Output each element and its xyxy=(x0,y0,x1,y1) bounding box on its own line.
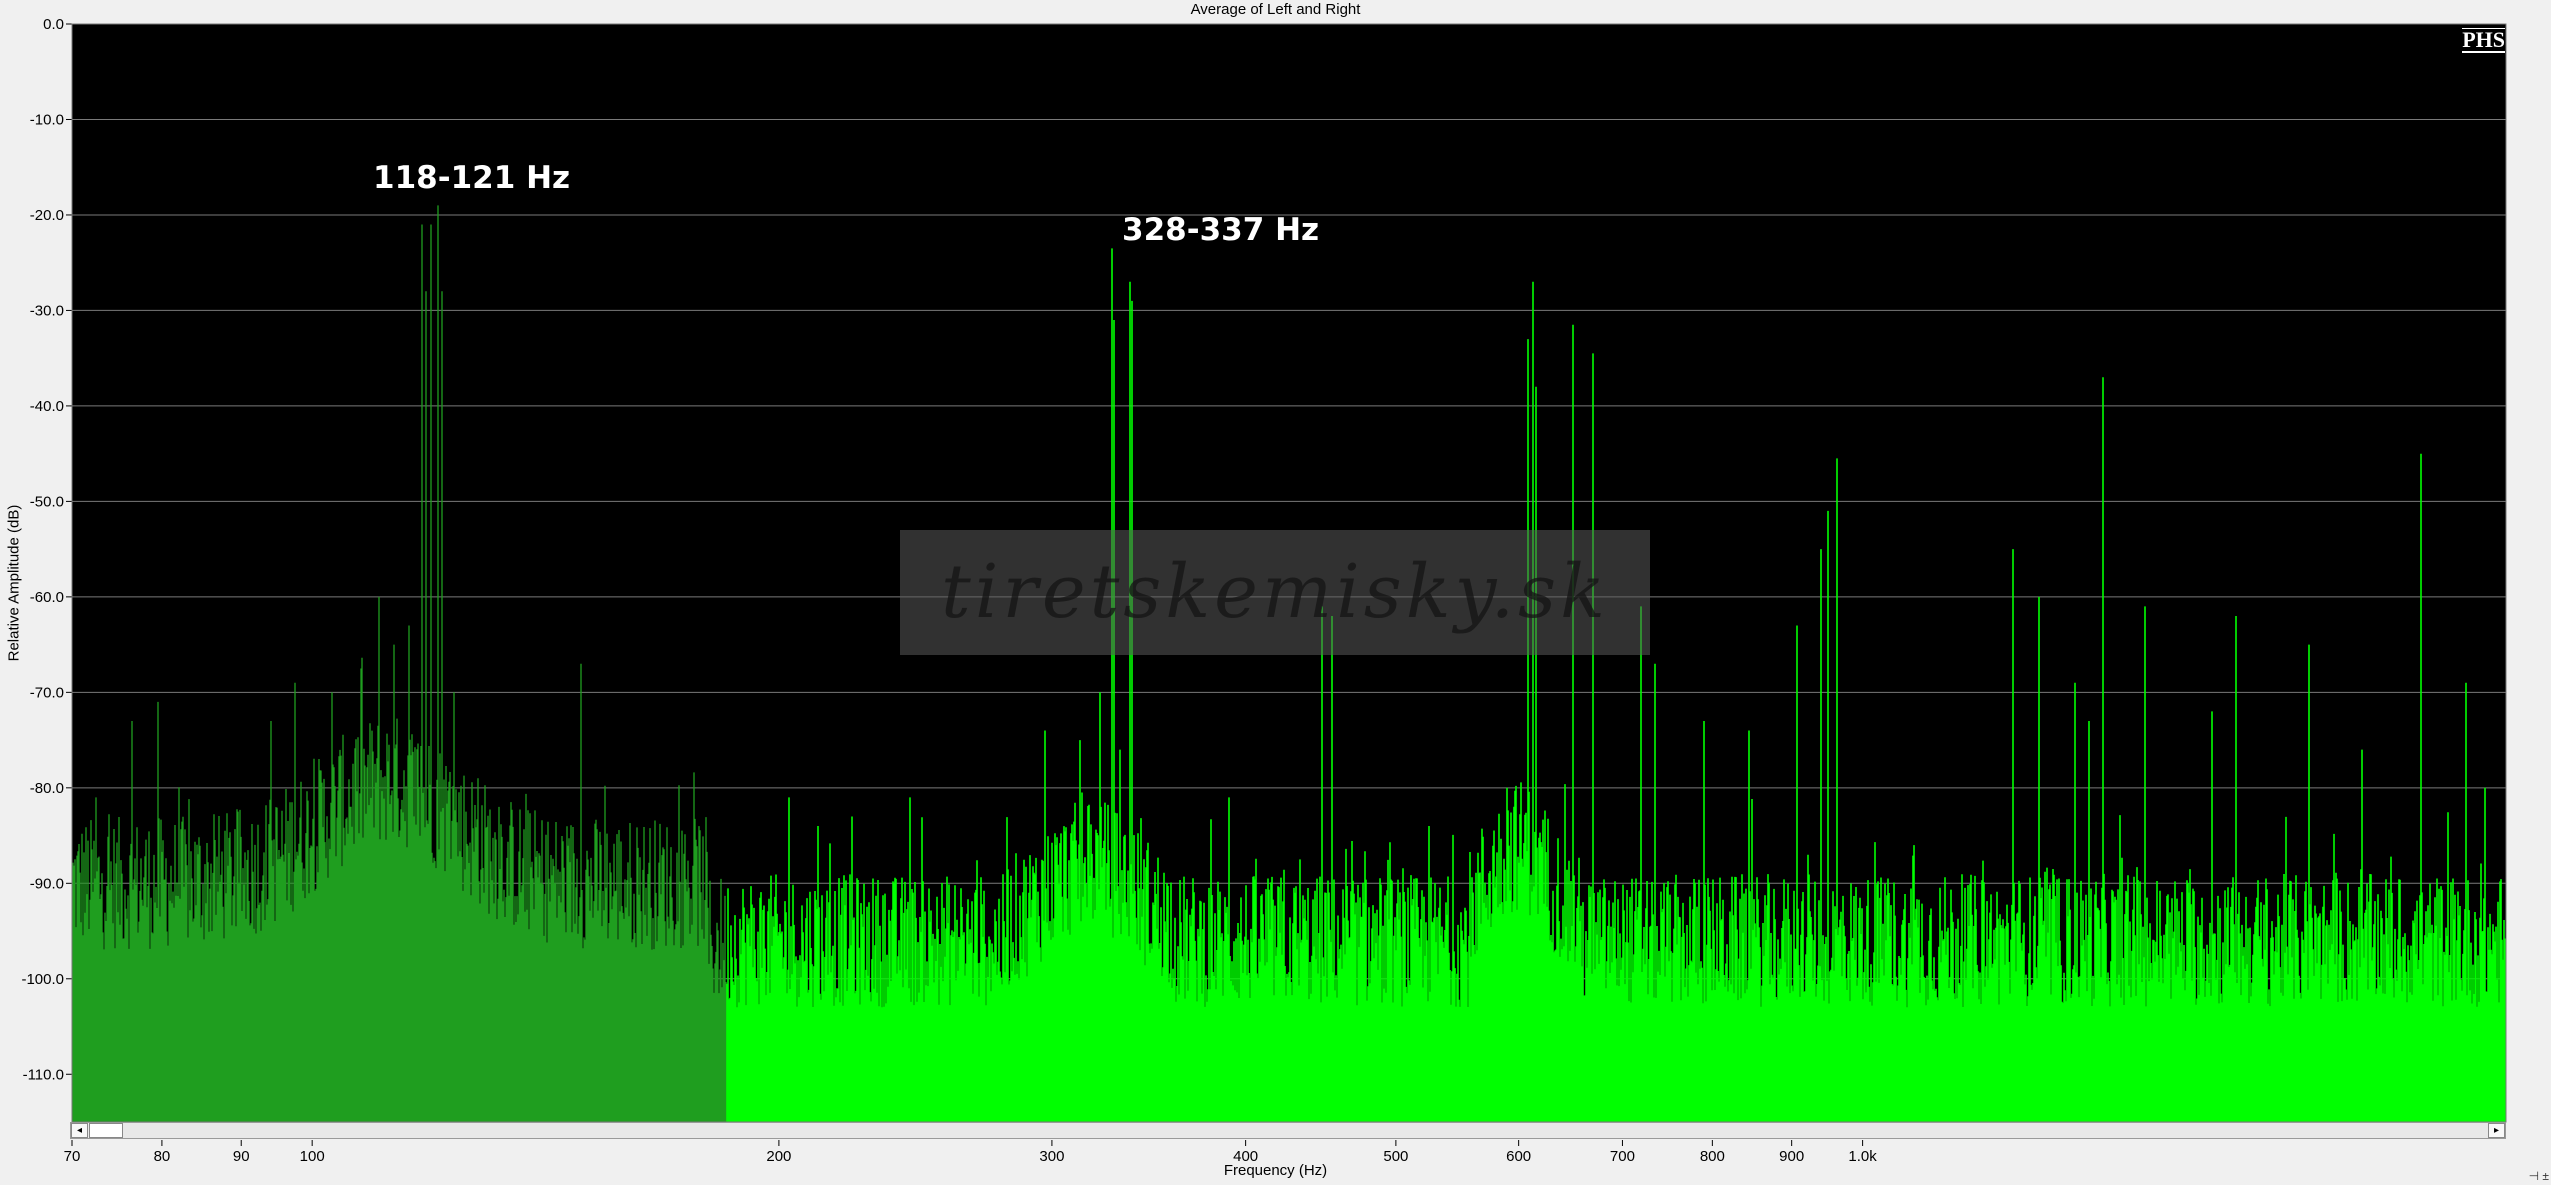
scroll-thumb[interactable] xyxy=(89,1123,123,1138)
scroll-right-button[interactable]: ▸ xyxy=(2488,1123,2505,1138)
x-tick-label: 700 xyxy=(1610,1148,1635,1165)
y-tick-label: -100.0 xyxy=(21,971,64,988)
y-tick-label: -40.0 xyxy=(30,398,64,415)
x-tick-label: 900 xyxy=(1779,1148,1804,1165)
y-tick-label: -10.0 xyxy=(30,111,64,128)
x-tick-label: 800 xyxy=(1700,1148,1725,1165)
x-tick-label: 80 xyxy=(154,1148,171,1165)
scroll-left-button[interactable]: ◂ xyxy=(71,1123,88,1138)
x-tick-label: 90 xyxy=(233,1148,250,1165)
annotation-328-337: 328-337 Hz xyxy=(1122,212,1320,248)
x-tick-label: 400 xyxy=(1233,1148,1258,1165)
y-tick-label: -60.0 xyxy=(30,589,64,606)
annotation-118-121: 118-121 Hz xyxy=(373,160,571,196)
x-tick-label: 100 xyxy=(300,1148,325,1165)
zoom-control-icon[interactable]: ⊣ ± xyxy=(2529,1169,2549,1183)
x-tick-label: 300 xyxy=(1039,1148,1064,1165)
watermark: tiretskemisky.sk xyxy=(900,530,1650,655)
x-tick-label: 70 xyxy=(64,1148,81,1165)
y-tick-label: -90.0 xyxy=(30,875,64,892)
x-tick-label: 200 xyxy=(766,1148,791,1165)
y-tick-label: -70.0 xyxy=(30,684,64,701)
y-tick-label: 0.0 xyxy=(43,16,64,33)
phs-logo: PHS xyxy=(2462,27,2505,53)
horizontal-scrollbar[interactable]: ◂ ▸ xyxy=(70,1122,2506,1139)
x-tick-label: 500 xyxy=(1383,1148,1408,1165)
x-tick-label: 1.0k xyxy=(1848,1148,1877,1165)
x-tick-label: 600 xyxy=(1506,1148,1531,1165)
y-tick-label: -30.0 xyxy=(30,302,64,319)
y-tick-label: -110.0 xyxy=(23,1066,64,1083)
y-tick-label: -80.0 xyxy=(30,780,64,797)
y-tick-label: -20.0 xyxy=(30,207,64,224)
y-tick-label: -50.0 xyxy=(30,493,64,510)
